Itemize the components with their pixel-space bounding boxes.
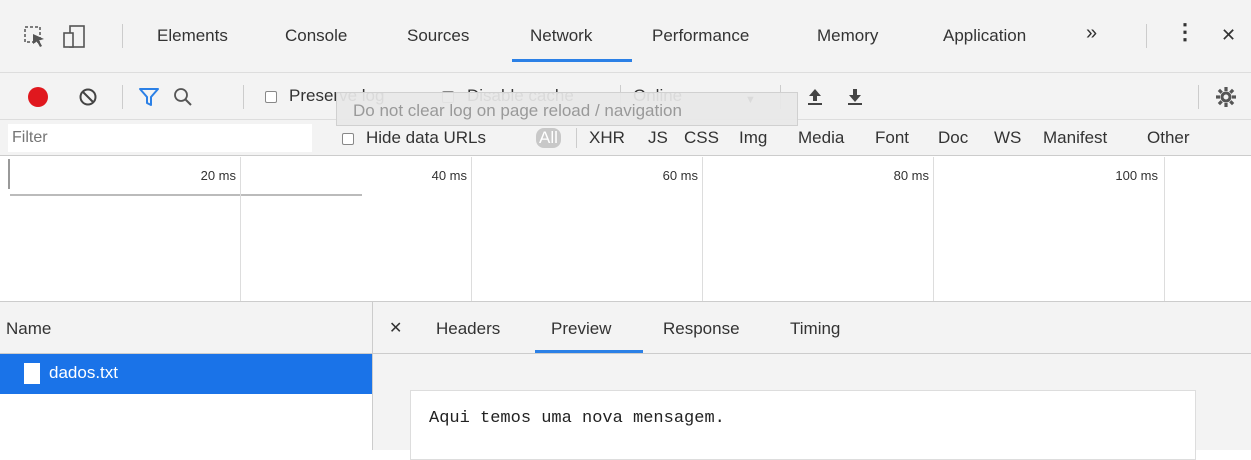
name-header-label: Name — [6, 319, 52, 338]
hide-data-urls-checkbox[interactable] — [342, 133, 354, 145]
tab-headers[interactable]: Headers — [436, 319, 500, 339]
file-icon — [24, 363, 40, 384]
filter-type-xhr[interactable]: XHR — [589, 128, 625, 148]
active-tab-indicator — [535, 350, 643, 353]
tab-response[interactable]: Response — [663, 319, 740, 339]
preserve-log-tooltip: Do not clear log on page reload / naviga… — [336, 92, 798, 126]
close-devtools-icon[interactable]: ✕ — [1221, 25, 1236, 45]
gear-icon[interactable] — [1214, 85, 1238, 109]
grid-line — [933, 157, 934, 301]
tick-label: 80 ms — [893, 168, 929, 183]
grid-line — [240, 157, 241, 301]
filter-type-manifest[interactable]: Manifest — [1043, 128, 1107, 148]
divider — [1198, 85, 1199, 109]
filter-type-font[interactable]: Font — [875, 128, 909, 148]
grid-line — [702, 157, 703, 301]
more-tabs-icon[interactable]: » — [1086, 23, 1097, 43]
tab-console[interactable]: Console — [285, 26, 347, 46]
network-overview[interactable]: 20 ms 40 ms 60 ms 80 ms 100 ms — [0, 157, 1251, 302]
timeline-start-marker — [8, 159, 10, 189]
filter-type-all[interactable]: All — [536, 128, 561, 148]
divider — [1146, 24, 1147, 48]
tab-sources[interactable]: Sources — [407, 26, 469, 46]
divider — [122, 85, 123, 109]
filter-input[interactable] — [8, 124, 312, 152]
tab-performance[interactable]: Performance — [652, 26, 749, 46]
tab-application[interactable]: Application — [943, 26, 1026, 46]
request-list: dados.txt — [0, 354, 373, 450]
filter-type-js[interactable]: JS — [648, 128, 668, 148]
filter-type-css[interactable]: CSS — [684, 128, 719, 148]
name-column-header[interactable]: Name — [0, 302, 373, 354]
devtools-tab-bar: Elements Console Sources Network Perform… — [0, 0, 1251, 72]
divider — [576, 128, 577, 148]
customize-menu-icon[interactable]: ⋮ — [1174, 21, 1196, 43]
tab-timing[interactable]: Timing — [790, 319, 840, 339]
inspect-element-icon[interactable] — [24, 26, 46, 48]
request-bar — [10, 194, 362, 196]
active-tab-indicator — [512, 59, 632, 62]
search-icon[interactable] — [172, 86, 194, 108]
detail-tab-bar: ✕ Headers Preview Response Timing — [373, 302, 1251, 354]
request-row[interactable]: dados.txt — [0, 354, 372, 394]
filter-type-ws[interactable]: WS — [994, 128, 1021, 148]
filter-type-img[interactable]: Img — [739, 128, 767, 148]
filter-type-other[interactable]: Other — [1147, 128, 1190, 148]
tab-network[interactable]: Network — [530, 26, 592, 46]
hide-data-urls-label[interactable]: Hide data URLs — [366, 128, 486, 148]
filter-icon[interactable] — [138, 86, 160, 108]
filter-type-media[interactable]: Media — [798, 128, 844, 148]
grid-line — [1164, 157, 1165, 301]
divider — [243, 85, 244, 109]
preview-pane: Aqui temos uma nova mensagem. — [373, 354, 1251, 460]
device-toolbar-icon[interactable] — [62, 24, 88, 50]
divider — [122, 24, 123, 48]
tick-label: 60 ms — [662, 168, 698, 183]
tab-elements[interactable]: Elements — [157, 26, 228, 46]
import-har-icon[interactable] — [806, 87, 824, 107]
preview-text: Aqui temos uma nova mensagem. — [429, 409, 725, 428]
request-name: dados.txt — [49, 363, 118, 382]
tick-label: 20 ms — [200, 168, 236, 183]
clear-icon[interactable] — [78, 87, 100, 109]
export-har-icon[interactable] — [846, 87, 864, 107]
preserve-log-checkbox[interactable] — [265, 91, 277, 103]
tick-label: 40 ms — [431, 168, 467, 183]
grid-line — [471, 157, 472, 301]
tab-memory[interactable]: Memory — [817, 26, 878, 46]
tab-preview[interactable]: Preview — [551, 319, 611, 339]
tick-label: 100 ms — [1115, 168, 1158, 183]
filter-type-doc[interactable]: Doc — [938, 128, 968, 148]
record-icon[interactable] — [26, 85, 50, 109]
close-detail-icon[interactable]: ✕ — [389, 319, 402, 339]
